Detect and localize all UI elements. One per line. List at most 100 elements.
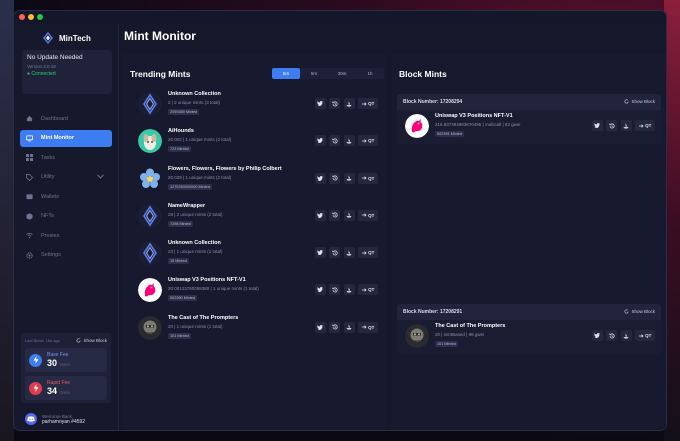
twitter-button[interactable] <box>591 330 603 341</box>
sidebar-item-mint-monitor[interactable]: Mint Monitor <box>20 129 112 147</box>
chevron-down-icon[interactable] <box>97 173 104 179</box>
arrow-right-icon <box>361 325 367 329</box>
twitter-icon <box>317 138 323 144</box>
list-item[interactable]: Unknown Collection 23 | 1 unique mints (… <box>130 237 384 269</box>
collection-avatar <box>138 241 162 266</box>
mint-stats: 216.837394883670495 | multicall | 83 gwe… <box>435 122 521 127</box>
twitter-button[interactable] <box>314 172 326 184</box>
tab-5m-active[interactable]: 5m <box>272 68 300 79</box>
opensea-button[interactable] <box>343 98 355 109</box>
opensea-icon <box>346 175 352 181</box>
history-icon <box>331 138 338 144</box>
twitter-button[interactable] <box>314 247 326 259</box>
quick-task-button[interactable]: QT <box>358 247 378 259</box>
tag-icon <box>26 173 33 181</box>
sidebar-item-label: Wallets <box>41 193 59 200</box>
qt-label: QT <box>368 101 375 106</box>
username: parhamoyan #4592 <box>42 418 86 425</box>
sidebar-item-tasks[interactable]: Tasks <box>20 149 112 166</box>
quick-task-button[interactable]: QT <box>358 321 378 333</box>
opensea-button[interactable] <box>343 209 355 221</box>
twitter-button[interactable] <box>314 98 326 109</box>
twitter-icon <box>317 287 323 293</box>
row-actions: QT <box>314 135 378 147</box>
opensea-button[interactable] <box>620 120 632 131</box>
maximize-window-button[interactable] <box>37 14 43 20</box>
history-button[interactable] <box>329 135 340 147</box>
sidebar-item-proxies[interactable]: Proxies <box>20 227 112 244</box>
history-button[interactable] <box>329 247 340 259</box>
quick-task-button[interactable]: QT <box>358 98 378 109</box>
list-item[interactable]: The Cast of The Prompters 20 | mintBased… <box>397 320 661 354</box>
list-item[interactable]: AiHounds 20.002 | 1 unique mints (2 tota… <box>130 125 384 157</box>
time-range-tabs: 5m 5m 30m 1h <box>272 68 384 79</box>
qt-label: QT <box>368 287 375 293</box>
quick-task-button[interactable]: QT <box>358 209 378 221</box>
minted-count-badge: 15 Minted <box>168 258 189 265</box>
opensea-button[interactable] <box>343 284 355 296</box>
history-button[interactable] <box>329 98 340 109</box>
user-profile[interactable]: Welcome Back, parhamoyan #4592 <box>21 410 111 428</box>
last-block-time: Last Block: 16s ago <box>25 337 60 343</box>
sidebar-item-utility[interactable]: Utility <box>20 169 112 186</box>
close-window-button[interactable] <box>19 14 25 20</box>
history-button[interactable] <box>329 172 340 184</box>
sidebar-item-wallets[interactable]: Wallets <box>20 188 112 205</box>
show-block-button[interactable]: Show Block <box>624 309 655 314</box>
opensea-button[interactable] <box>620 330 632 341</box>
history-button[interactable] <box>329 284 340 296</box>
history-button[interactable] <box>329 209 340 221</box>
block-card-header: Block Number: 17208291 Show Block <box>397 304 661 320</box>
show-block-button[interactable]: Show Block <box>76 338 107 343</box>
flower-avatar-icon <box>138 166 162 191</box>
opensea-button[interactable] <box>343 135 355 147</box>
twitter-button[interactable] <box>314 135 326 147</box>
history-icon <box>331 250 338 256</box>
minimize-window-button[interactable] <box>28 14 34 20</box>
list-item[interactable]: Flowers, Flowers, Flowers by Philip Colb… <box>130 163 384 195</box>
mint-stats: 20 | mintBased | 98 gwei <box>435 332 485 337</box>
sidebar: MinTech No Update Needed Version 2.0.18 … <box>14 24 119 430</box>
quick-task-button[interactable]: QT <box>358 172 378 184</box>
list-item[interactable]: Unknown Collection 2 | 2 unique mints (3… <box>130 88 384 120</box>
collection-avatar <box>405 114 429 138</box>
twitter-button[interactable] <box>314 209 326 221</box>
twitter-button[interactable] <box>314 284 326 296</box>
quick-task-button[interactable]: QT <box>635 120 655 131</box>
mint-stats: 20.029 | 1 unique mints (2 total) <box>168 174 232 180</box>
quick-task-button[interactable]: QT <box>358 135 378 147</box>
app-window: MinTech No Update Needed Version 2.0.18 … <box>14 11 666 430</box>
sidebar-item-dashboard[interactable]: Dashboard <box>20 110 112 127</box>
opensea-button[interactable] <box>343 247 355 259</box>
opensea-button[interactable] <box>343 321 355 333</box>
tab-5m[interactable]: 5m <box>300 68 328 79</box>
show-block-button[interactable]: Show Block <box>624 99 655 104</box>
sidebar-nav: Dashboard Mint Monitor Tasks Utility Wal… <box>20 110 112 266</box>
tab-30m[interactable]: 30m <box>328 68 356 79</box>
sidebar-item-nfts[interactable]: NFTs <box>20 208 112 225</box>
mint-stats: 2 | 2 unique mints (3 total) <box>168 100 220 105</box>
history-button[interactable] <box>329 321 340 333</box>
tab-1h[interactable]: 1h <box>356 68 384 79</box>
quick-task-button[interactable]: QT <box>358 284 378 296</box>
history-button[interactable] <box>606 330 617 341</box>
list-item[interactable]: Uniswap V3 Positions NFT-V1 20.001237600… <box>130 274 384 306</box>
minted-count-badge: 502390 Minted <box>168 295 198 302</box>
row-actions: QT <box>314 172 378 184</box>
quick-task-button[interactable]: QT <box>635 330 655 341</box>
mint-stats: 23 | 1 unique mints (1 total) <box>168 249 223 255</box>
twitter-button[interactable] <box>591 120 603 131</box>
list-item[interactable]: The Cast of The Prompters 20 | 1 unique … <box>130 312 384 344</box>
hound-avatar-icon <box>138 129 162 154</box>
list-item[interactable]: NameWrapper 28 | 2 unique mints (2 total… <box>130 200 384 232</box>
twitter-button[interactable] <box>314 321 326 333</box>
opensea-button[interactable] <box>343 172 355 184</box>
sidebar-item-settings[interactable]: Settings <box>20 247 112 264</box>
history-button[interactable] <box>606 120 617 131</box>
ethereum-icon <box>138 203 162 228</box>
sidebar-item-label: Mint Monitor <box>41 135 74 141</box>
row-actions: QT <box>314 321 378 333</box>
twitter-icon <box>594 123 600 128</box>
list-item[interactable]: Uniswap V3 Positions NFT-V1 216.83739488… <box>397 110 661 144</box>
ethereum-icon <box>138 92 162 116</box>
